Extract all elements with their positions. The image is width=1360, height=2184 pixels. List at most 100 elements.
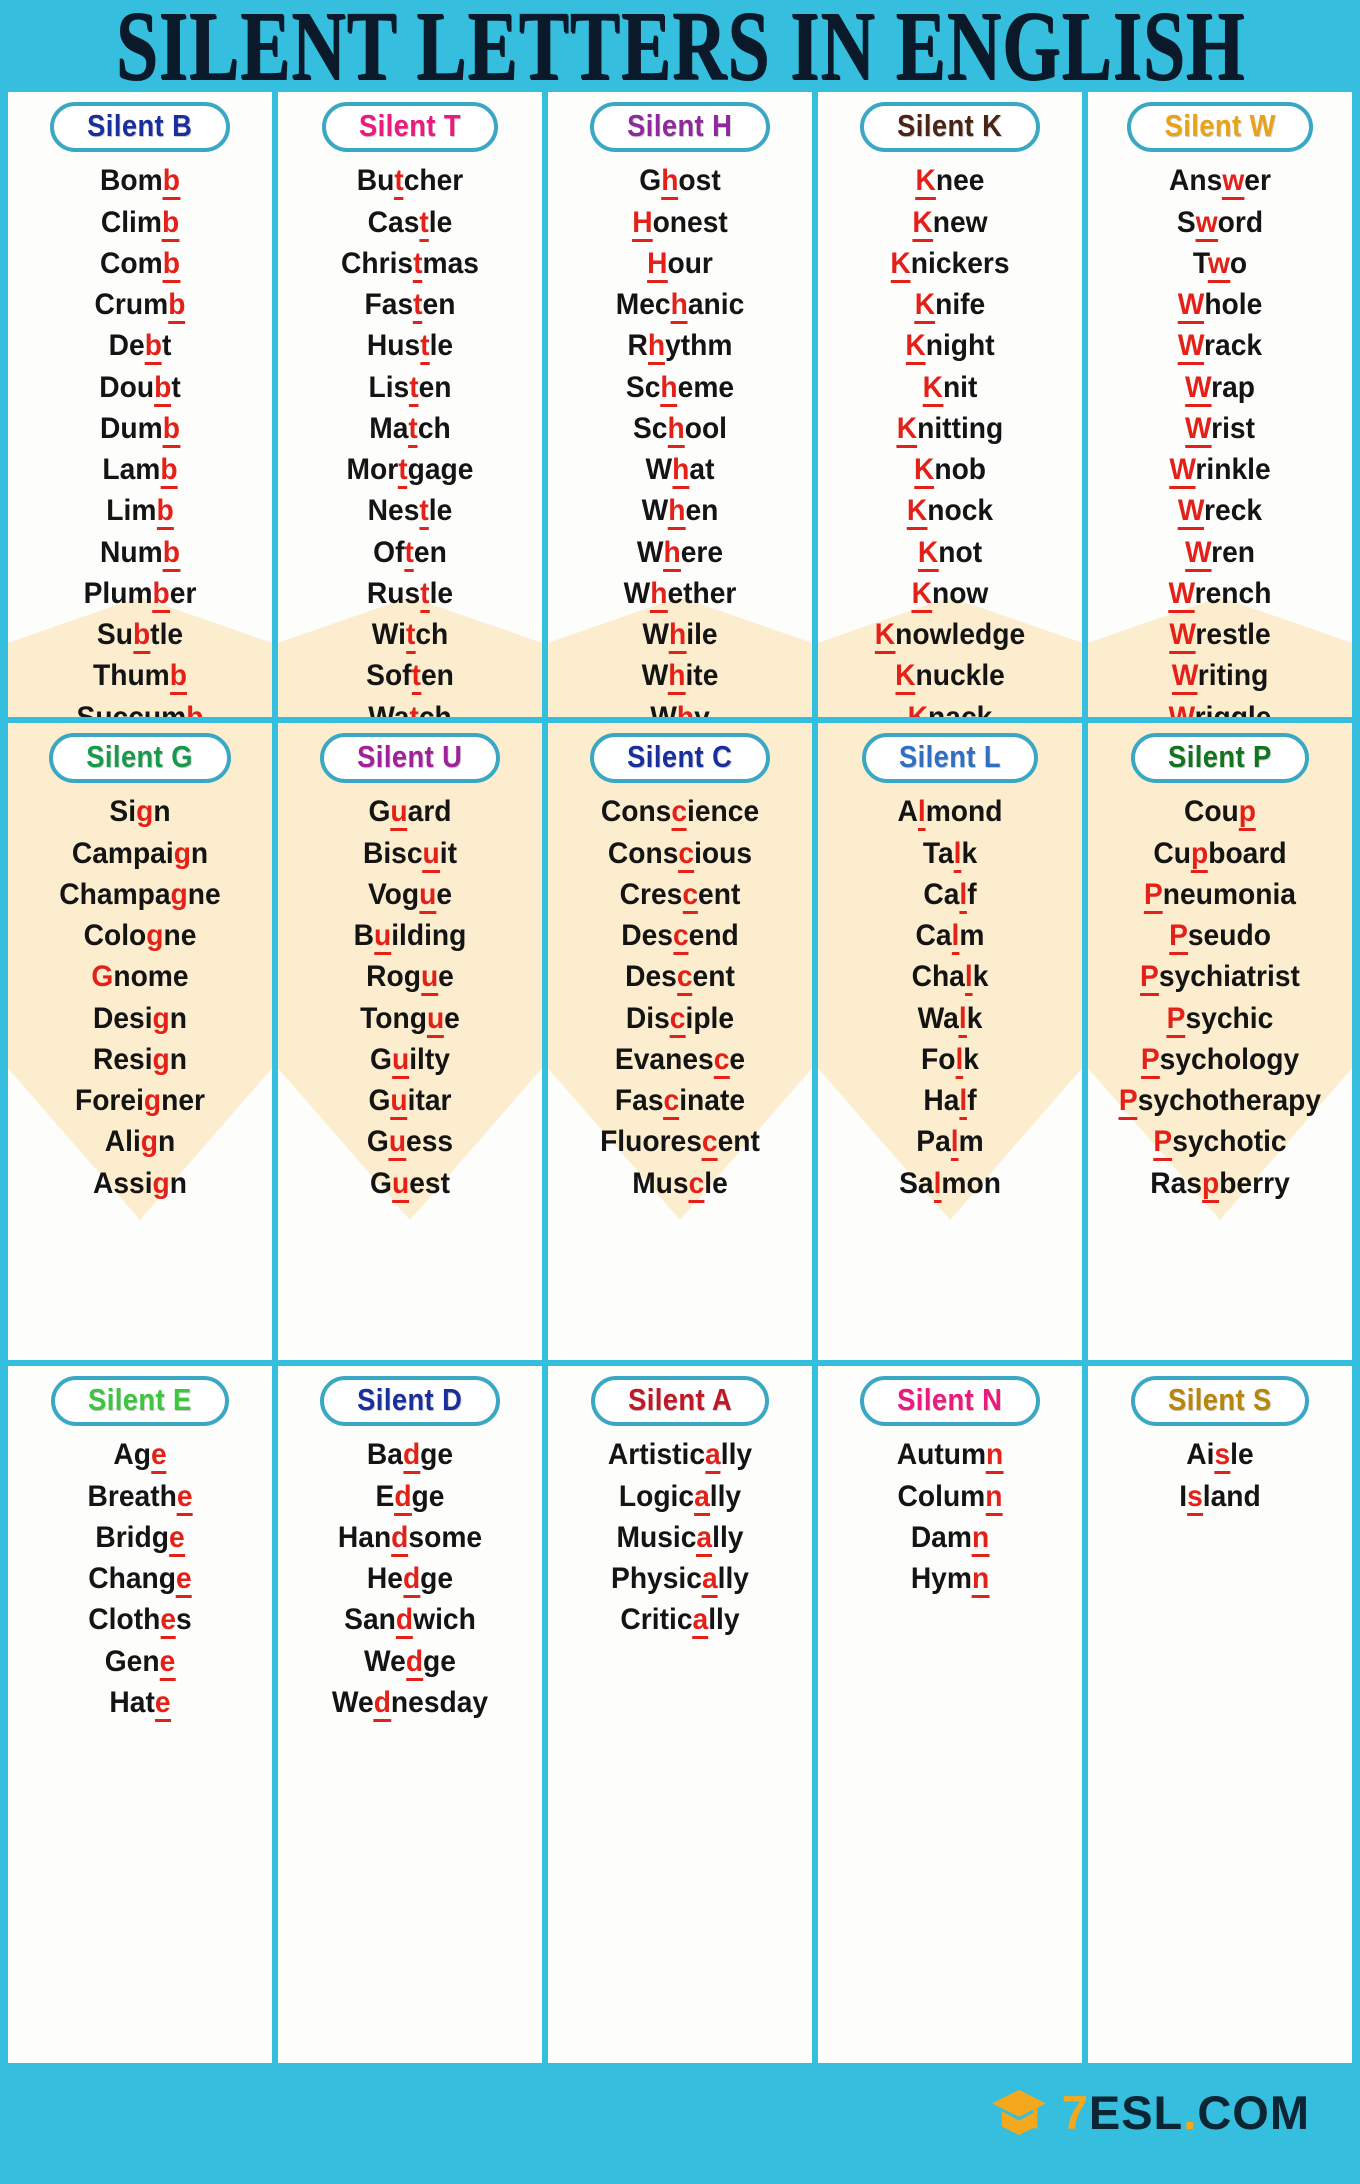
silent-letter: c xyxy=(688,1166,705,1203)
header-pill-silent-d: Silent D xyxy=(320,1376,500,1427)
word-item: Scheme xyxy=(556,367,804,408)
word-item: Writing xyxy=(1096,655,1344,696)
word-suffix: end xyxy=(688,919,739,953)
word-item: Castle xyxy=(286,202,534,243)
word-suffix: ost xyxy=(678,164,721,198)
title-bar: SILENT LETTERS IN ENGLISH xyxy=(0,0,1360,101)
word-suffix: nitting xyxy=(917,411,1004,445)
word-item: Sword xyxy=(1096,202,1344,243)
word-item: Rustle xyxy=(286,573,534,614)
silent-letter: e xyxy=(159,1644,176,1681)
word-item: Knuckle xyxy=(826,655,1074,696)
word-item: Sign xyxy=(16,791,264,832)
word-item: Fluorescent xyxy=(556,1121,804,1162)
word-item: Knock xyxy=(826,490,1074,531)
word-item: Psychotic xyxy=(1096,1121,1344,1162)
word-suffix: n xyxy=(190,836,209,870)
section-row-3: Silent E Age Breathe Bridge Change Clothes Gen… xyxy=(8,1366,1352,2063)
word-item: Doubt xyxy=(16,367,264,408)
word-prefix: Ag xyxy=(113,1438,151,1472)
silent-letter: c xyxy=(663,1084,680,1121)
word-suffix: k xyxy=(972,960,989,994)
word-prefix: Dis xyxy=(625,1001,670,1035)
word-prefix: Cou xyxy=(1183,795,1239,829)
silent-letter: W xyxy=(1178,329,1205,366)
word-item: Wednesday xyxy=(286,1682,534,1723)
silent-letter: t xyxy=(420,329,430,366)
silent-letter: t xyxy=(405,618,416,655)
word-suffix: ious xyxy=(694,836,753,870)
word-item: Hymn xyxy=(826,1558,1074,1599)
silent-letter: g xyxy=(170,877,188,911)
section-card-silent-k: Silent K Knee Knew Knickers Knife Knight Knit K… xyxy=(818,92,1082,717)
word-prefix: Chang xyxy=(88,1562,177,1596)
word-prefix: Evanes xyxy=(614,1042,714,1076)
word-prefix: Chris xyxy=(341,246,414,280)
word-prefix: Colo xyxy=(83,919,147,953)
word-suffix: sychology xyxy=(1159,1042,1300,1076)
word-prefix: R xyxy=(627,329,648,363)
word-prefix: W xyxy=(641,659,669,693)
silent-letter: h xyxy=(661,164,678,201)
word-suffix: lly xyxy=(717,1562,749,1596)
word-item: Whole xyxy=(1096,284,1344,325)
silent-letter: K xyxy=(911,576,932,613)
silent-letter: g xyxy=(152,1042,170,1076)
word-suffix: mon xyxy=(941,1166,1001,1200)
word-suffix: ge xyxy=(411,1479,445,1513)
silent-letter: e xyxy=(176,1479,193,1516)
word-prefix: Ba xyxy=(366,1438,403,1472)
word-prefix: Bu xyxy=(356,164,395,198)
word-suffix: board xyxy=(1208,836,1287,870)
word-item: Coup xyxy=(1096,791,1344,832)
word-suffix: ent xyxy=(717,1125,760,1159)
word-item: Guess xyxy=(286,1121,534,1162)
word-prefix: Fas xyxy=(364,288,414,322)
word-prefix: W xyxy=(642,618,670,652)
word-suffix: iple xyxy=(685,1001,735,1035)
section-card-silent-p: Silent P Coup Cupboard Pneumonia Pseudo Psych… xyxy=(1088,723,1352,1360)
silent-letter: p xyxy=(1191,836,1209,873)
word-suffix: e xyxy=(444,1001,460,1035)
word-item: Witch xyxy=(286,614,534,655)
silent-letter: l xyxy=(958,1001,967,1038)
silent-letter: t xyxy=(394,164,404,201)
silent-letter: t xyxy=(409,370,419,407)
word-suffix: lly xyxy=(708,1603,740,1637)
header-pill-silent-p: Silent P xyxy=(1131,733,1309,784)
word-suffix: ch xyxy=(417,411,451,445)
silent-letter: h xyxy=(647,329,666,366)
word-suffix: t xyxy=(161,329,172,363)
silent-letter: P xyxy=(1140,960,1159,997)
brand-com: COM xyxy=(1197,2085,1310,2139)
page-title: SILENT LETTERS IN ENGLISH xyxy=(115,0,1245,101)
word-item: Foreigner xyxy=(16,1080,264,1121)
word-prefix: Ca xyxy=(923,877,960,911)
word-prefix: Desi xyxy=(92,1001,153,1035)
word-prefix: Hym xyxy=(910,1562,972,1596)
word-prefix: Cons xyxy=(607,836,679,870)
word-suffix: nit xyxy=(942,370,978,404)
silent-letter: K xyxy=(917,535,938,572)
word-prefix: Thum xyxy=(93,659,170,693)
silent-letter: u xyxy=(420,960,439,997)
silent-letter: l xyxy=(964,960,973,997)
silent-letter: K xyxy=(907,700,929,717)
word-suffix: ent xyxy=(698,877,741,911)
silent-letter: b xyxy=(156,494,174,531)
word-suffix: night xyxy=(925,329,995,363)
word-prefix: Ans xyxy=(1169,164,1223,198)
word-prefix: Wa xyxy=(368,701,409,717)
word-item: Edge xyxy=(286,1476,534,1517)
silent-letter: b xyxy=(144,329,162,366)
header-pill-silent-h: Silent H xyxy=(590,102,770,153)
word-item: While xyxy=(556,614,804,655)
silent-letter: n xyxy=(985,1479,1002,1516)
silent-letter: W xyxy=(1169,453,1196,490)
word-item: Gnome xyxy=(16,956,264,997)
word-item: Campaign xyxy=(16,833,264,874)
word-suffix: ne xyxy=(163,919,197,953)
silent-letter: G xyxy=(91,960,114,994)
silent-letter: W xyxy=(1185,370,1212,407)
word-prefix: G xyxy=(370,1166,392,1200)
